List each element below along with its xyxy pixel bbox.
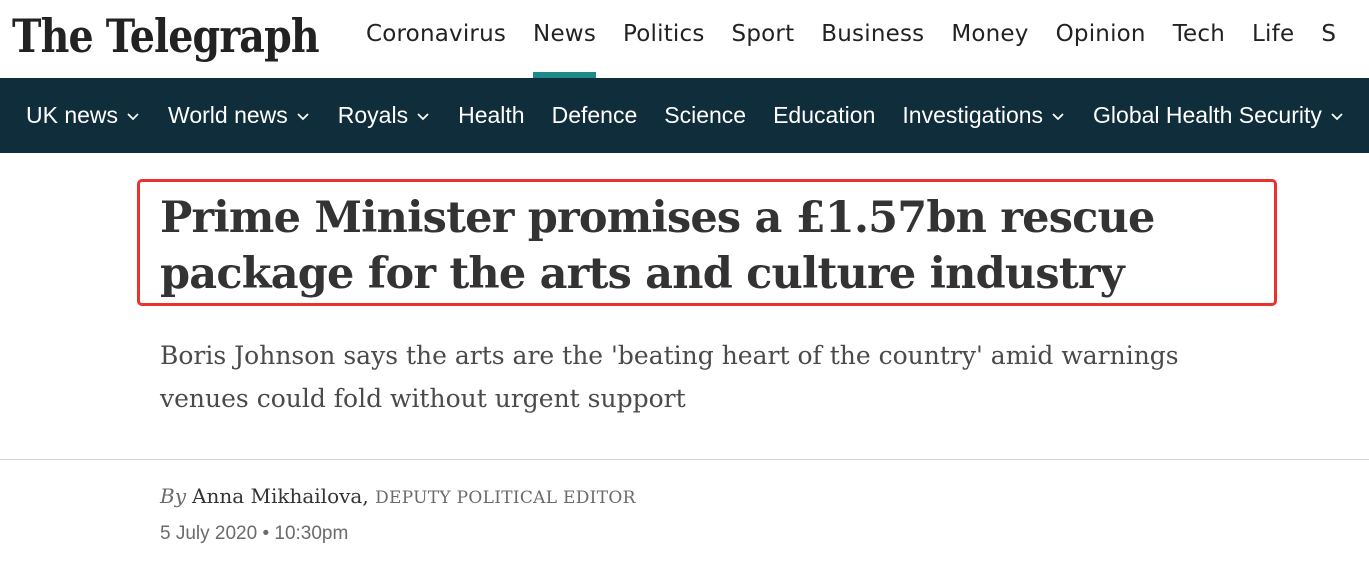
section-nav-health[interactable]: Health — [458, 102, 524, 129]
divider — [0, 459, 1369, 460]
telegraph-logo[interactable]: The Telegraph — [12, 6, 320, 66]
nav-item-tech[interactable]: Tech — [1173, 0, 1225, 78]
chevron-down-icon — [1050, 108, 1066, 124]
section-nav: UK news World news Royals Health Defence… — [0, 78, 1369, 153]
section-nav-world-news[interactable]: World news — [168, 102, 311, 129]
author-link[interactable]: Anna Mikhailova, — [192, 484, 369, 508]
section-nav-label: Education — [773, 102, 876, 128]
section-nav-defence[interactable]: Defence — [552, 102, 638, 129]
nav-item-news[interactable]: News — [533, 0, 596, 78]
article-standfirst: Boris Johnson says the arts are the 'bea… — [160, 341, 1179, 413]
section-nav-label: Investigations — [902, 102, 1044, 128]
nav-item-life[interactable]: Life — [1252, 0, 1294, 78]
nav-item-coronavirus[interactable]: Coronavirus — [366, 0, 506, 78]
byline-prefix: By — [160, 484, 186, 508]
section-nav-label: Global Health Security — [1093, 102, 1322, 128]
primary-nav: Coronavirus News Politics Sport Business… — [366, 0, 1363, 78]
section-nav-royals[interactable]: Royals — [338, 102, 431, 129]
nav-item-opinion[interactable]: Opinion — [1056, 0, 1146, 78]
section-nav-label: UK news — [26, 102, 119, 128]
byline: By Anna Mikhailova, DEPUTY POLITICAL EDIT… — [160, 484, 636, 508]
nav-item-sport[interactable]: Sport — [732, 0, 795, 78]
nav-item-business[interactable]: Business — [821, 0, 924, 78]
chevron-down-icon — [415, 108, 431, 124]
author-role: DEPUTY POLITICAL EDITOR — [375, 488, 636, 508]
section-nav-label: Defence — [551, 102, 638, 128]
section-nav-investigations[interactable]: Investigations — [902, 102, 1066, 129]
section-nav-list: UK news World news Royals Health Defence… — [26, 78, 1369, 153]
article-headline: Prime Minister promises a £1.57bn rescue… — [160, 193, 1155, 299]
nav-item-truncated[interactable]: S — [1321, 0, 1336, 78]
section-nav-label: Science — [664, 102, 747, 128]
nav-item-politics[interactable]: Politics — [623, 0, 705, 78]
section-nav-education[interactable]: Education — [773, 102, 875, 129]
section-nav-label: Health — [458, 102, 525, 128]
section-nav-global-health-security[interactable]: Global Health Security — [1093, 102, 1345, 129]
publish-date: 5 July 2020 • 10:30pm — [160, 523, 349, 544]
section-nav-uk-news[interactable]: UK news — [26, 102, 141, 129]
chevron-down-icon — [125, 108, 141, 124]
masthead: The Telegraph Coronavirus News Politics … — [0, 0, 1369, 78]
section-nav-science[interactable]: Science — [664, 102, 746, 129]
chevron-down-icon — [1329, 108, 1345, 124]
section-nav-label: Royals — [337, 102, 409, 128]
nav-item-money[interactable]: Money — [951, 0, 1028, 78]
chevron-down-icon — [295, 108, 311, 124]
section-nav-label: World news — [168, 102, 288, 128]
